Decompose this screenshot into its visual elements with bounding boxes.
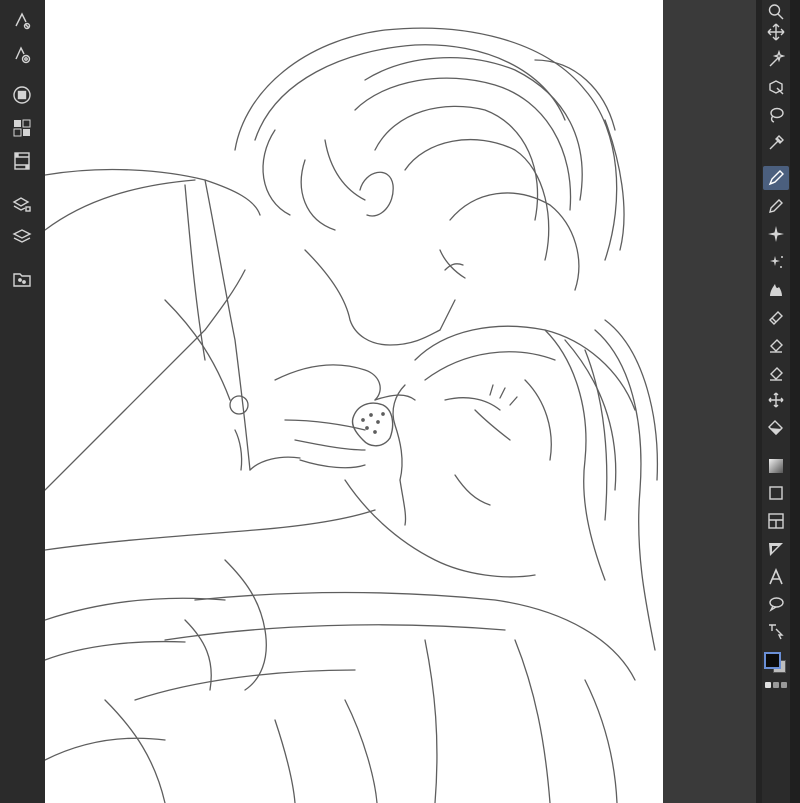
right-toolbar xyxy=(762,0,790,803)
brush-settings-icon[interactable] xyxy=(8,8,36,34)
brush-sparkle-icon[interactable] xyxy=(763,222,789,246)
text-icon[interactable] xyxy=(763,565,789,589)
eraser-soft-icon[interactable] xyxy=(763,361,789,385)
frame-icon[interactable] xyxy=(763,509,789,533)
eraser-icon[interactable] xyxy=(763,305,789,329)
pencil-icon[interactable] xyxy=(763,194,789,218)
color-mode-option[interactable] xyxy=(765,682,771,688)
blend-icon[interactable] xyxy=(763,278,789,302)
object-select-icon[interactable] xyxy=(763,75,789,99)
gradient-icon[interactable] xyxy=(763,454,789,478)
layers-icon[interactable] xyxy=(8,224,36,250)
layer-property-icon[interactable] xyxy=(8,191,36,217)
eyedropper-icon[interactable] xyxy=(763,131,789,155)
pen-icon[interactable] xyxy=(763,166,789,190)
rectangle-icon[interactable] xyxy=(763,481,789,505)
right-panel-edge xyxy=(790,0,800,803)
transform-move-icon[interactable] xyxy=(763,388,789,412)
ruler-icon[interactable] xyxy=(763,537,789,561)
sketch-artwork xyxy=(45,27,659,803)
move-icon[interactable] xyxy=(763,20,789,44)
color-mode-option[interactable] xyxy=(781,682,787,688)
material-library-icon[interactable] xyxy=(8,266,36,292)
color-mode-switch[interactable] xyxy=(765,682,787,688)
color-set-icon[interactable] xyxy=(8,115,36,141)
brush-target-icon[interactable] xyxy=(8,42,36,68)
foreground-color-swatch[interactable] xyxy=(764,652,781,669)
airbrush-icon[interactable] xyxy=(763,250,789,274)
animation-timeline-icon[interactable] xyxy=(8,148,36,174)
color-swatches[interactable] xyxy=(762,648,790,678)
correct-line-icon[interactable] xyxy=(763,619,789,643)
fill-bucket-icon[interactable] xyxy=(763,416,789,440)
drawing-canvas[interactable] xyxy=(45,0,663,803)
speech-bubble-icon[interactable] xyxy=(763,592,789,616)
magic-wand-icon[interactable] xyxy=(763,47,789,71)
color-wheel-icon[interactable] xyxy=(8,82,36,108)
left-toolbar xyxy=(0,0,45,803)
lasso-icon[interactable] xyxy=(763,103,789,127)
eraser-hard-icon[interactable] xyxy=(763,333,789,357)
color-mode-option[interactable] xyxy=(773,682,779,688)
canvas-workspace xyxy=(45,0,756,803)
